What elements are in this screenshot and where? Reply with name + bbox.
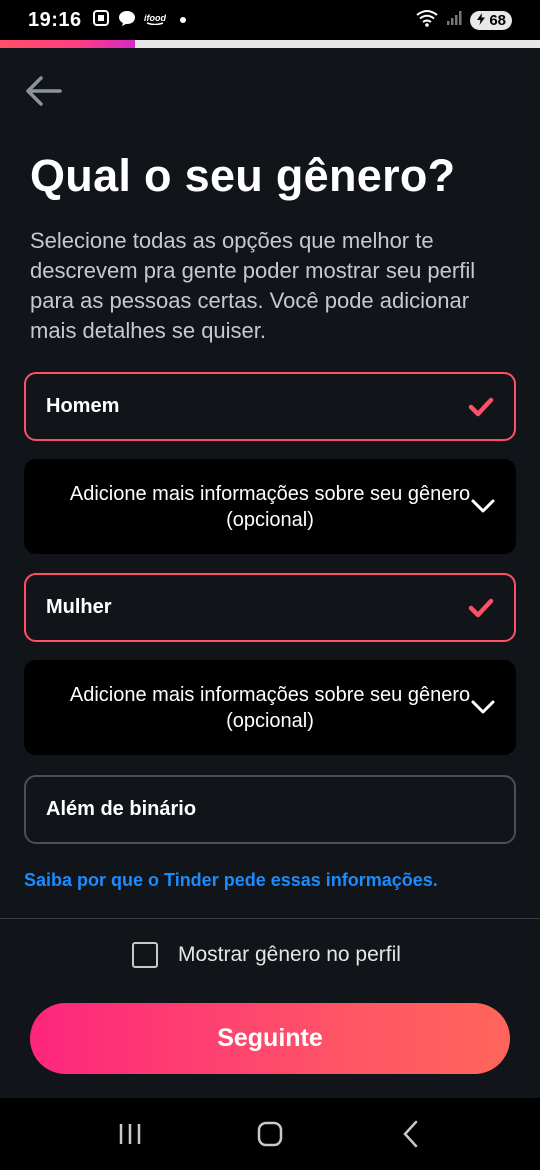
gender-option-alem-de-binario[interactable]: Além de binário bbox=[24, 775, 516, 844]
add-gender-info-dropdown[interactable]: Adicione mais informações sobre seu gêne… bbox=[24, 459, 516, 554]
home-button[interactable] bbox=[245, 1109, 295, 1159]
battery-indicator: 68 bbox=[470, 10, 512, 30]
recent-apps-button[interactable] bbox=[105, 1109, 155, 1159]
back-button[interactable] bbox=[22, 70, 64, 112]
show-gender-checkbox[interactable] bbox=[132, 942, 158, 968]
chevron-down-icon bbox=[470, 495, 496, 521]
next-button[interactable]: Seguinte bbox=[30, 1003, 510, 1074]
add-gender-info-label: Adicione mais informações sobre seu gêne… bbox=[69, 482, 471, 531]
check-icon bbox=[468, 396, 494, 418]
check-icon bbox=[468, 597, 494, 619]
gender-option-label: Além de binário bbox=[46, 798, 197, 820]
gender-option-homem[interactable]: Homem bbox=[24, 372, 516, 441]
screenshot-icon bbox=[92, 9, 110, 32]
battery-level: 68 bbox=[489, 11, 506, 29]
why-info-link[interactable]: Saiba por que o Tinder pede essas inform… bbox=[24, 870, 438, 891]
show-gender-label: Mostrar gênero no perfil bbox=[178, 943, 401, 966]
arrow-left-icon bbox=[26, 76, 62, 106]
status-right: 68 bbox=[416, 9, 512, 32]
notification-dot bbox=[179, 17, 186, 23]
wifi-icon bbox=[416, 9, 438, 32]
system-back-button[interactable] bbox=[385, 1109, 435, 1159]
gender-option-label: Mulher bbox=[46, 596, 112, 618]
status-time: 19:16 bbox=[28, 8, 82, 31]
svg-text:ifood: ifood bbox=[144, 13, 166, 23]
system-nav-bar bbox=[0, 1098, 540, 1170]
page-subtitle: Selecione todas as opções que melhor te … bbox=[30, 228, 476, 343]
recent-apps-icon bbox=[119, 1124, 141, 1144]
page-title: Qual o seu gênero? bbox=[30, 150, 456, 201]
home-icon bbox=[257, 1121, 283, 1147]
chevron-left-icon bbox=[403, 1120, 418, 1148]
ifood-icon: ifood bbox=[144, 11, 166, 30]
progress-fill bbox=[0, 40, 135, 48]
onboarding-progress-bar bbox=[0, 40, 540, 48]
add-gender-info-dropdown[interactable]: Adicione mais informações sobre seu gêne… bbox=[24, 660, 516, 755]
chat-icon bbox=[118, 9, 136, 32]
chevron-down-icon bbox=[470, 696, 496, 722]
signal-icon bbox=[446, 10, 462, 31]
show-gender-toggle[interactable]: Mostrar gênero no perfil bbox=[132, 942, 401, 968]
gender-option-mulher[interactable]: Mulher bbox=[24, 573, 516, 642]
charging-icon bbox=[476, 12, 486, 28]
status-bar: 19:16 ifood 68 bbox=[0, 0, 540, 40]
add-gender-info-label: Adicione mais informações sobre seu gêne… bbox=[69, 683, 471, 732]
notification-icons: ifood bbox=[92, 9, 186, 32]
divider bbox=[0, 918, 540, 919]
gender-option-label: Homem bbox=[46, 395, 120, 417]
